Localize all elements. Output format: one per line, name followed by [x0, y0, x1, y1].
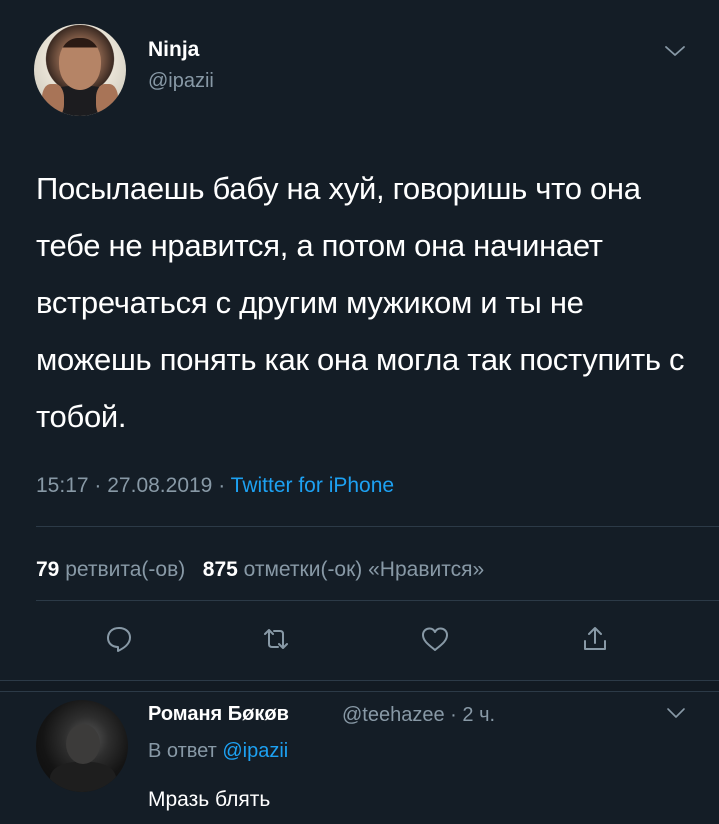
retweets-count[interactable]: 79: [36, 558, 59, 581]
divider: [36, 600, 719, 601]
avatar-shoulder-left: [42, 84, 64, 116]
section-separator: [0, 680, 719, 692]
avatar-body-shape: [50, 762, 116, 792]
meta-separator: ·: [218, 474, 226, 497]
avatar-shoulder-right: [96, 84, 118, 116]
reply-author-name[interactable]: Романя Бøкøв: [148, 703, 289, 726]
tweet-source-link[interactable]: Twitter for iPhone: [231, 474, 394, 497]
divider: [36, 526, 719, 527]
author-avatar[interactable]: [34, 24, 126, 116]
retweet-icon[interactable]: [261, 624, 291, 654]
reply-author-avatar[interactable]: [36, 700, 128, 792]
share-icon[interactable]: [580, 624, 610, 654]
reply-text: Мразь блять: [148, 788, 271, 811]
avatar-face-shape: [66, 724, 100, 764]
meta-separator: ·: [450, 704, 457, 726]
likes-label[interactable]: отметки(-ок) «Нравится»: [244, 558, 485, 581]
meta-separator: ·: [94, 474, 102, 497]
reply-author-handle: @teehazee · 2 ч.: [342, 704, 495, 727]
tweet-stats: 79 ретвита(-ов) 875 отметки(-ок) «Нравит…: [36, 558, 484, 582]
reply-to-label: В ответ: [148, 740, 217, 762]
tweet-detail-screen: Ninja @ipazii Посылаешь бабу на хуй, гов…: [0, 0, 719, 824]
tweet-date: 27.08.2019: [107, 474, 213, 497]
tweet-time: 15:17: [36, 474, 89, 497]
reply-to-mention[interactable]: @ipazii: [222, 740, 288, 762]
chevron-down-icon[interactable]: [664, 44, 686, 58]
avatar-face-shape: [59, 38, 101, 90]
tweet-text: Посылаешь бабу на хуй, говоришь что она …: [36, 171, 685, 434]
author-handle[interactable]: @ipazii: [148, 70, 214, 93]
retweets-label[interactable]: ретвита(-ов): [65, 558, 185, 581]
author-name[interactable]: Ninja: [148, 38, 199, 62]
likes-count[interactable]: 875: [203, 558, 238, 581]
reply-handle-text[interactable]: @teehazee: [342, 704, 445, 726]
heart-icon[interactable]: [420, 624, 450, 654]
speech-bubble-icon[interactable]: [104, 624, 134, 654]
tweet-meta: 15:17 · 27.08.2019 · Twitter for iPhone: [36, 474, 394, 498]
reply-to-line: В ответ @ipazii: [148, 740, 288, 763]
reply-time: 2 ч.: [462, 704, 496, 726]
chevron-down-icon[interactable]: [666, 707, 686, 719]
